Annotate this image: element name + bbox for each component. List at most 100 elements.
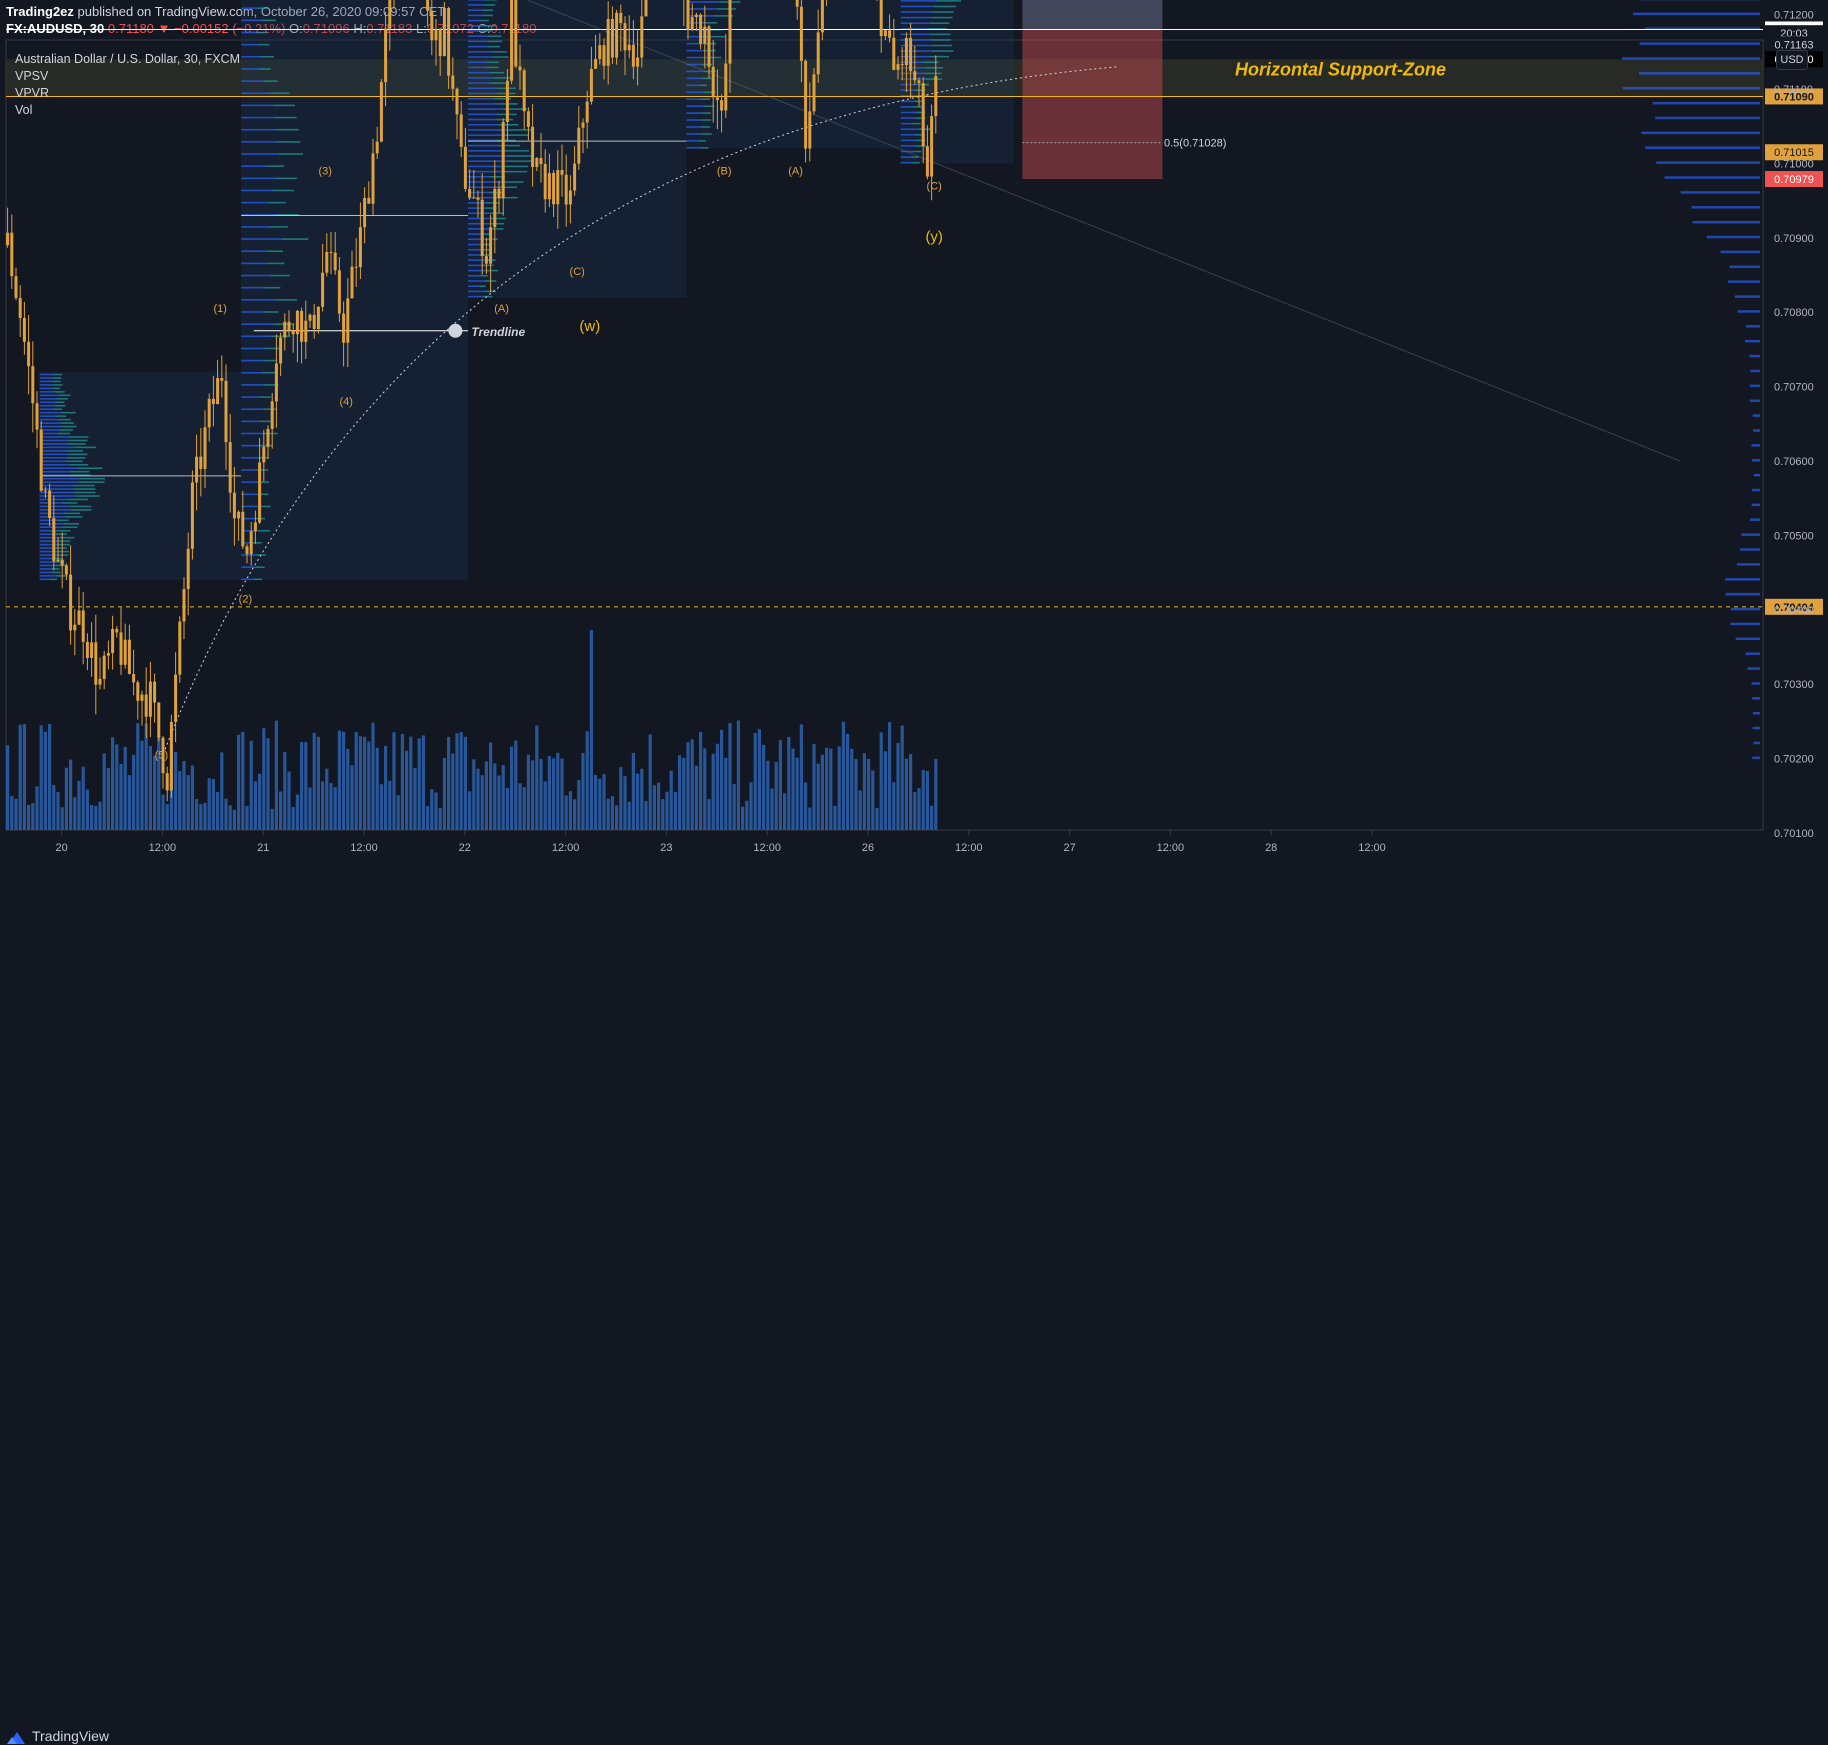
candle-body	[586, 102, 589, 123]
profile-bar-teal	[52, 388, 60, 390]
candle-body	[800, 7, 803, 61]
profile-bar-teal	[932, 17, 953, 19]
candle-body	[57, 560, 60, 562]
y-tick-label: 0.70300	[1774, 679, 1814, 691]
vpvr-bar	[1726, 593, 1760, 596]
x-tick-label: 12:00	[552, 842, 580, 854]
volume-bar	[384, 746, 387, 830]
volume-bar	[443, 758, 446, 830]
profile-bar-teal	[269, 226, 288, 228]
profile-bar-teal	[699, 85, 707, 87]
profile-bar-blue	[40, 478, 79, 480]
profile-bar-blue	[241, 457, 258, 459]
candle-body	[115, 629, 118, 632]
volume-bar	[573, 799, 576, 830]
volume-bar	[220, 752, 223, 830]
price-chart[interactable]: 0.786(0.71467)0.618(0.71374)0.5(0.71309)…	[0, 0, 1828, 897]
profile-bar-blue	[468, 72, 490, 74]
volume-bar	[338, 731, 341, 830]
profile-bar-teal	[260, 445, 273, 447]
profile-bar-blue	[901, 106, 914, 108]
y-tick-label: 0.70900	[1774, 233, 1814, 245]
volume-bar	[909, 754, 912, 830]
vpvr-bar	[1737, 563, 1760, 566]
profile-bar-blue	[468, 103, 498, 105]
candle-body	[321, 273, 324, 307]
volume-bar	[342, 732, 345, 830]
candle-body	[456, 89, 459, 115]
volume-bar	[229, 805, 232, 830]
profile-bar-blue	[241, 299, 274, 301]
candle-body	[703, 27, 706, 44]
candle-body	[267, 429, 270, 447]
profile-bar-blue	[241, 433, 263, 435]
profile-bar-teal	[930, 22, 949, 24]
currency-button[interactable]: USD	[1776, 50, 1808, 70]
volume-bar	[334, 787, 337, 830]
profile-bar-blue	[468, 218, 491, 220]
candle-body	[334, 253, 337, 271]
profile-bar-teal	[55, 391, 65, 393]
volume-bar	[77, 781, 80, 830]
volume-bar	[770, 788, 773, 830]
volume-bar	[149, 746, 152, 830]
x-tick-label: 27	[1063, 842, 1075, 854]
profile-bar-blue	[241, 238, 281, 240]
profile-bar-blue	[241, 372, 262, 374]
candle-body	[82, 610, 85, 641]
volume-bar	[754, 733, 757, 830]
x-tick-label: 12:00	[149, 842, 177, 854]
candle-body	[510, 0, 513, 81]
profile-bar-blue	[686, 85, 698, 87]
candle-body	[796, 0, 799, 7]
legend-title[interactable]: Australian Dollar / U.S. Dollar, 30, FXC…	[15, 52, 240, 66]
profile-bar-teal	[488, 35, 501, 37]
profile-bar-teal	[79, 478, 105, 480]
candle-body	[78, 610, 81, 624]
legend-vpsv[interactable]: VPSV	[15, 69, 48, 83]
profile-bar-teal	[275, 178, 297, 180]
volume-bar	[724, 758, 727, 830]
profile-bar-teal	[931, 34, 951, 36]
volume-bar	[27, 805, 30, 830]
candle-body	[527, 111, 530, 127]
volume-bar	[733, 784, 736, 830]
y-tick-label: 0.70400	[1774, 605, 1814, 617]
volume-bar	[850, 749, 853, 830]
profile-bar-teal	[69, 499, 88, 501]
profile-bar-teal	[483, 15, 493, 17]
volume-bar	[821, 755, 824, 830]
profile-bar-blue	[241, 20, 262, 22]
volume-bar	[548, 756, 551, 830]
candle-body	[204, 427, 207, 469]
vpvr-bar	[1655, 117, 1760, 120]
y-tick-label: 0.70200	[1774, 754, 1814, 766]
volume-bar	[880, 732, 883, 830]
candle-body	[699, 15, 702, 44]
chart-footer: TradingView	[0, 860, 1828, 897]
profile-bar-blue	[40, 454, 69, 456]
vpvr-bar	[1749, 355, 1760, 358]
profile-bar-teal	[68, 454, 87, 456]
profile-bar-teal	[266, 250, 283, 252]
profile-bar-teal	[55, 415, 66, 417]
volume-bar	[686, 742, 689, 830]
profile-bar-blue	[468, 291, 485, 293]
volume-bar	[653, 785, 656, 830]
vpvr-bar	[1721, 251, 1760, 254]
profile-bar-blue	[241, 384, 263, 386]
volume-bar	[518, 783, 521, 830]
profile-bar-teal	[480, 20, 488, 22]
profile-bar-blue	[241, 469, 257, 471]
legend-vpvr[interactable]: VPVR	[15, 86, 49, 100]
candle-body	[729, 0, 732, 64]
legend-vol[interactable]: Vol	[15, 103, 32, 117]
volume-bar	[216, 792, 219, 830]
tradingview-brand: TradingView	[32, 1728, 109, 1744]
tradingview-logo[interactable]: TradingView	[6, 1728, 109, 1745]
volume-bar	[262, 728, 265, 830]
profile-bar-blue	[40, 450, 66, 452]
profile-bar-blue	[241, 190, 273, 192]
volume-bar	[292, 807, 295, 830]
profile-bar-teal	[259, 421, 271, 423]
